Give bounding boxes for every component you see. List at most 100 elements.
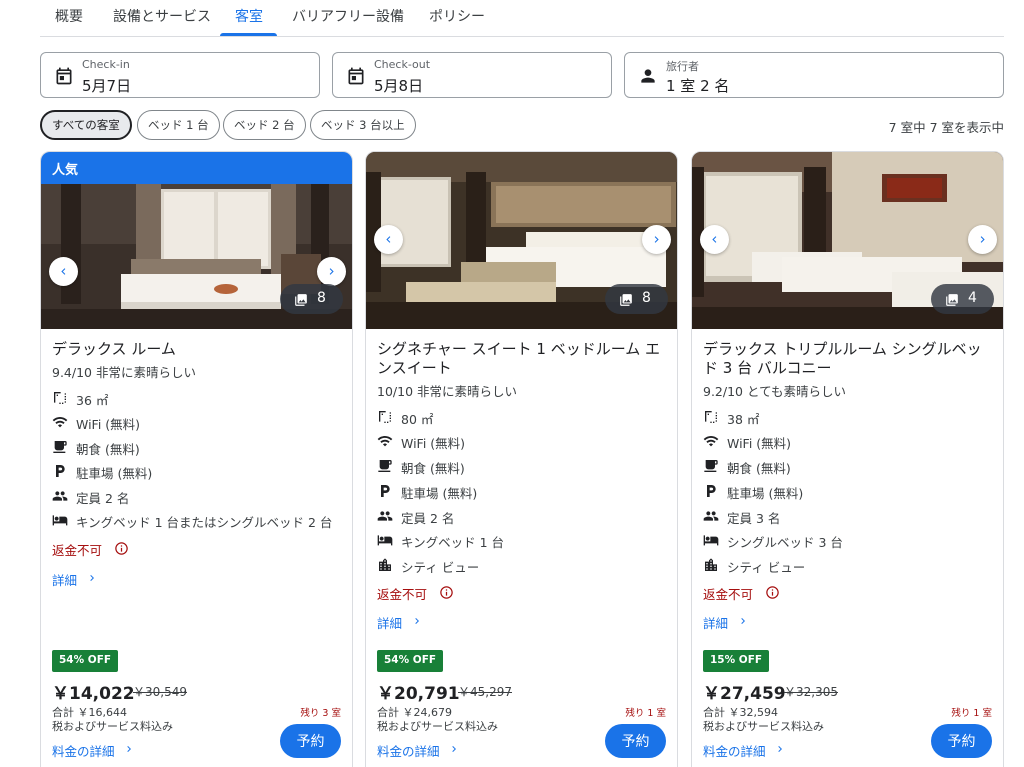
price-details-link[interactable]: 料金の詳細 xyxy=(52,741,131,760)
room-price: ￥14,022 xyxy=(52,684,135,704)
next-photo-button[interactable] xyxy=(642,225,671,254)
amenity-text: 定員 3 名 xyxy=(727,511,781,526)
photo-count-button[interactable]: 8 xyxy=(280,284,343,314)
nonrefundable-label: 返金不可 xyxy=(52,543,103,558)
tax-note: 税およびサービス料込み xyxy=(703,720,824,733)
room-details-label: 詳細 xyxy=(377,616,403,631)
price-details-label: 料金の詳細 xyxy=(52,744,115,759)
photo-library-icon xyxy=(946,294,958,306)
price-details-label: 料金の詳細 xyxy=(377,744,440,759)
original-price: ￥32,305 xyxy=(784,685,838,699)
travelers-field[interactable]: 旅行者 1 室 2 名 xyxy=(624,52,1004,98)
coffee-cup-icon xyxy=(704,460,718,472)
original-price: ￥30,549 xyxy=(133,685,187,699)
prev-photo-button[interactable] xyxy=(374,225,403,254)
travelers-label: 旅行者 xyxy=(666,60,699,73)
amenity-text: 定員 2 名 xyxy=(76,491,130,506)
amenity-text: WiFi (無料) xyxy=(401,436,466,451)
photo-count-button[interactable]: 4 xyxy=(931,284,994,314)
amenity-text: 駐車場 (無料) xyxy=(727,486,804,501)
room-details-link[interactable]: 詳細 xyxy=(703,613,745,632)
price-details-link[interactable]: 料金の詳細 xyxy=(703,741,782,760)
price-details-link[interactable]: 料金の詳細 xyxy=(377,741,456,760)
active-tab-indicator xyxy=(220,33,277,36)
room-price: ￥27,459 xyxy=(703,684,786,704)
info-icon[interactable] xyxy=(114,541,129,556)
room-details-link[interactable]: 詳細 xyxy=(377,613,419,632)
chevron-right-icon xyxy=(90,575,94,581)
room-name: デラックス トリプルルーム シングルベッド 3 台 バルコニー xyxy=(703,340,982,377)
chevron-left-icon xyxy=(712,236,717,243)
amenity-text: WiFi (無料) xyxy=(727,436,792,451)
original-price: ￥45,297 xyxy=(458,685,512,699)
room-rating: 10/10 非常に素晴らしい xyxy=(377,384,517,399)
amenity-text: 定員 2 名 xyxy=(401,511,455,526)
filter-all-rooms[interactable]: すべての客室 xyxy=(40,110,132,140)
room-photo[interactable]: 8 xyxy=(41,184,352,329)
result-count: 7 室中 7 室を表示中 xyxy=(888,120,1004,135)
filter-one-bed[interactable]: ベッド 1 台 xyxy=(137,110,220,140)
bed-icon xyxy=(377,535,393,546)
photo-count: 4 xyxy=(968,290,977,306)
book-button[interactable]: 予約 xyxy=(605,724,666,758)
tax-note: 税およびサービス料込み xyxy=(52,720,173,733)
photo-library-icon xyxy=(620,294,632,306)
amenity-text: 朝食 (無料) xyxy=(76,442,140,457)
room-details-label: 詳細 xyxy=(52,573,78,588)
amenity-text: キングベッド 1 台 xyxy=(401,535,505,550)
room-photo[interactable]: 4 xyxy=(692,152,1003,329)
coffee-cup-icon xyxy=(53,441,67,453)
book-button[interactable]: 予約 xyxy=(280,724,341,758)
calendar-icon xyxy=(348,67,364,85)
tab-amenities[interactable]: 設備とサービス xyxy=(113,6,211,26)
info-icon[interactable] xyxy=(439,585,454,600)
city-icon xyxy=(705,558,717,571)
amenity-text: 駐車場 (無料) xyxy=(76,466,153,481)
info-icon[interactable] xyxy=(765,585,780,600)
next-photo-button[interactable] xyxy=(968,225,997,254)
people-icon xyxy=(377,511,393,521)
room-photo[interactable]: 8 xyxy=(366,152,677,329)
people-icon xyxy=(703,511,719,521)
chevron-right-icon xyxy=(980,236,985,243)
floor-area-icon xyxy=(379,411,391,423)
room-rating: 9.2/10 とても素晴らしい xyxy=(703,384,846,399)
amenity-text: 38 ㎡ xyxy=(727,412,760,427)
checkout-field[interactable]: Check-out 5月8日 xyxy=(332,52,612,98)
prev-photo-button[interactable] xyxy=(49,257,78,286)
price-details-label: 料金の詳細 xyxy=(703,744,766,759)
tab-overview[interactable]: 概要 xyxy=(55,6,83,26)
room-card: 4 デラックス トリプルルーム シングルベッド 3 台 バルコニー 9.2/10… xyxy=(691,151,1004,767)
amenity-text: シングルベッド 3 台 xyxy=(727,535,843,550)
tab-rooms[interactable]: 客室 xyxy=(235,6,263,26)
amenity-text: 朝食 (無料) xyxy=(401,461,465,476)
filter-three-plus-beds[interactable]: ベッド 3 台以上 xyxy=(310,110,416,140)
room-details-link[interactable]: 詳細 xyxy=(52,570,94,589)
wifi-icon xyxy=(377,435,393,447)
chevron-right-icon xyxy=(741,618,745,624)
next-photo-button[interactable] xyxy=(317,257,346,286)
room-card: 8 シグネチャー スイート 1 ベッドルーム エンスイート 10/10 非常に素… xyxy=(365,151,678,767)
amenity-text: シティ ビュー xyxy=(727,560,806,575)
parking-icon xyxy=(381,485,390,497)
wifi-icon xyxy=(52,416,68,428)
wifi-icon xyxy=(703,435,719,447)
checkin-label: Check-in xyxy=(82,58,130,71)
nonrefundable-note: 返金不可 xyxy=(377,584,453,603)
checkin-field[interactable]: Check-in 5月7日 xyxy=(40,52,320,98)
amenity-text: 80 ㎡ xyxy=(401,412,434,427)
prev-photo-button[interactable] xyxy=(700,225,729,254)
checkout-value: 5月8日 xyxy=(374,77,424,95)
chevron-left-icon xyxy=(61,268,66,275)
nonrefundable-note: 返金不可 xyxy=(52,540,128,559)
book-button[interactable]: 予約 xyxy=(931,724,992,758)
amenity-text: 36 ㎡ xyxy=(76,393,109,408)
tab-accessibility[interactable]: バリアフリー設備 xyxy=(292,6,404,26)
filter-two-beds[interactable]: ベッド 2 台 xyxy=(223,110,306,140)
checkin-value: 5月7日 xyxy=(82,77,132,95)
tab-policies[interactable]: ポリシー xyxy=(429,6,485,26)
travelers-value: 1 室 2 名 xyxy=(666,77,730,95)
chevron-right-icon xyxy=(778,746,782,752)
popular-badge: 人気 xyxy=(41,152,352,184)
photo-count-button[interactable]: 8 xyxy=(605,284,668,314)
